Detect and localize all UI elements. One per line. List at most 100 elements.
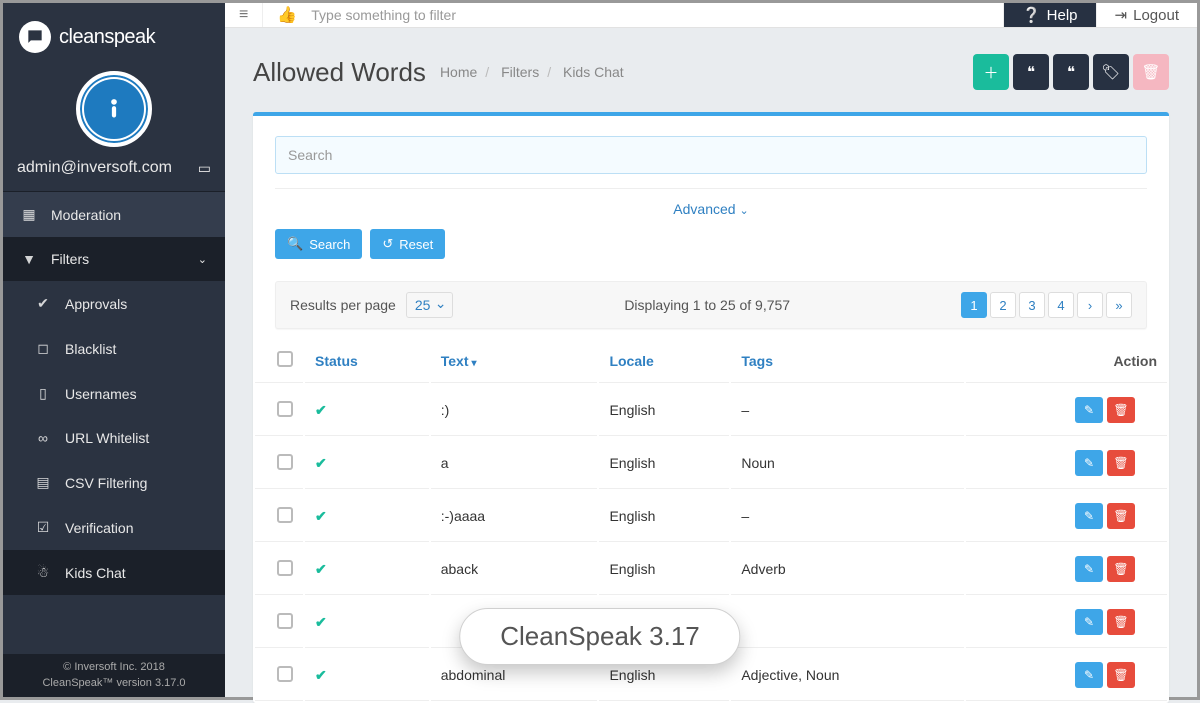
tag-button[interactable]: 🏷 — [1093, 54, 1129, 90]
trash-icon: 🗑 — [1141, 63, 1160, 81]
cell-tags — [731, 597, 964, 648]
trash-icon: 🗑 — [1113, 668, 1128, 682]
info-icon — [97, 92, 131, 126]
col-tags[interactable]: Tags — [731, 339, 964, 383]
page-4[interactable]: 4 — [1048, 292, 1074, 318]
row-checkbox[interactable] — [277, 507, 293, 523]
edit-button[interactable]: ✎ — [1075, 556, 1103, 582]
rpp-label: Results per page — [290, 297, 396, 313]
edit-button[interactable]: ✎ — [1075, 397, 1103, 423]
cell-tags: – — [731, 385, 964, 436]
collapse-sidebar-icon[interactable]: ≡ — [239, 6, 248, 24]
trash-icon: 🗑 — [1113, 456, 1128, 470]
row-checkbox[interactable] — [277, 454, 293, 470]
advanced-toggle[interactable]: Advanced ⌄ — [275, 188, 1147, 221]
grid-icon: ▦ — [21, 206, 37, 223]
user-email: admin@inversoft.com — [17, 159, 172, 177]
nav-url-whitelist[interactable]: ∞ URL Whitelist — [3, 416, 225, 460]
rpp-select[interactable]: 25 — [406, 292, 454, 318]
cell-tags: Noun — [731, 438, 964, 489]
row-checkbox[interactable] — [277, 401, 293, 417]
reset-button[interactable]: ↺ Reset — [370, 229, 445, 259]
results-bar: Results per page 25 Displaying 1 to 25 o… — [275, 281, 1147, 329]
page-3[interactable]: 3 — [1019, 292, 1045, 318]
table-row: ✔abackEnglishAdverb✎🗑 — [255, 544, 1167, 595]
square-icon: ◻ — [35, 340, 51, 357]
delete-button[interactable]: 🗑 — [1107, 609, 1135, 635]
logout-button[interactable]: ⇥ Logout — [1096, 3, 1197, 27]
cell-locale: English — [599, 385, 729, 436]
main: ≡ 👍 ❔ Help ⇥ Logout Allowed Words Home/ … — [225, 3, 1197, 697]
col-text[interactable]: Text▾ — [431, 339, 598, 383]
nav-filters[interactable]: ▼ Filters ⌄ — [3, 237, 225, 281]
cell-text: :) — [431, 385, 598, 436]
chevron-right-icon: › — [1088, 298, 1092, 313]
status-ok-icon: ✔ — [315, 614, 327, 630]
brand-logo: cleanspeak — [3, 3, 225, 63]
delete-button[interactable]: 🗑 — [1107, 397, 1135, 423]
header-actions: ＋ ❝ ❝ 🏷 🗑 — [973, 54, 1169, 90]
quote-right-button[interactable]: ❝ — [1053, 54, 1089, 90]
delete-button[interactable]: 🗑 — [1107, 556, 1135, 582]
sidebar: cleanspeak admin@inversoft.com ▭ ▦ Moder… — [3, 3, 225, 697]
search-input[interactable] — [275, 136, 1147, 174]
quote-left-button[interactable]: ❝ — [1013, 54, 1049, 90]
col-status[interactable]: Status — [305, 339, 429, 383]
cell-tags: Adjective, Noun — [731, 650, 964, 701]
trash-icon: 🗑 — [1113, 562, 1128, 576]
table-row: ✔:-)aaaaEnglish–✎🗑 — [255, 491, 1167, 542]
col-locale[interactable]: Locale — [599, 339, 729, 383]
row-checkbox[interactable] — [277, 613, 293, 629]
edit-button[interactable]: ✎ — [1075, 609, 1103, 635]
page-next[interactable]: › — [1077, 292, 1103, 318]
device-icon: ▯ — [35, 385, 51, 402]
delete-button[interactable]: 🗑 — [1107, 662, 1135, 688]
page-header: Allowed Words Home/ Filters/ Kids Chat ＋… — [225, 28, 1197, 102]
help-button[interactable]: ❔ Help — [1003, 3, 1096, 27]
nav-moderation[interactable]: ▦ Moderation — [3, 192, 225, 237]
page-1[interactable]: 1 — [961, 292, 987, 318]
file-icon: ▤ — [35, 474, 51, 491]
global-filter-input[interactable] — [311, 7, 989, 23]
select-all-checkbox[interactable] — [277, 351, 293, 367]
pencil-icon: ✎ — [1084, 562, 1094, 576]
check-icon: ✔ — [35, 295, 51, 312]
id-card-icon[interactable]: ▭ — [198, 160, 211, 177]
status-ok-icon: ✔ — [315, 667, 327, 683]
pencil-icon: ✎ — [1084, 668, 1094, 682]
status-ok-icon: ✔ — [315, 508, 327, 524]
nav-verification[interactable]: ☑ Verification — [3, 505, 225, 550]
chat-bubble-icon — [19, 21, 51, 53]
edit-button[interactable]: ✎ — [1075, 503, 1103, 529]
status-ok-icon: ✔ — [315, 455, 327, 471]
topbar: ≡ 👍 ❔ Help ⇥ Logout — [225, 3, 1197, 28]
bulk-delete-button[interactable]: 🗑 — [1133, 54, 1169, 90]
search-icon: 🔍 — [287, 236, 303, 252]
filter-icon: ▼ — [21, 251, 37, 267]
nav-kids-chat[interactable]: ☃ Kids Chat — [3, 550, 225, 595]
chevron-down-icon: ⌄ — [198, 253, 207, 266]
pencil-icon: ✎ — [1084, 403, 1094, 417]
checkbox-icon: ☑ — [35, 519, 51, 536]
cell-locale: English — [599, 491, 729, 542]
row-checkbox[interactable] — [277, 666, 293, 682]
row-checkbox[interactable] — [277, 560, 293, 576]
cell-tags: Adverb — [731, 544, 964, 595]
quote-icon: ❝ — [1067, 63, 1075, 81]
delete-button[interactable]: 🗑 — [1107, 503, 1135, 529]
nav-blacklist[interactable]: ◻ Blacklist — [3, 326, 225, 371]
trash-icon: 🗑 — [1113, 509, 1128, 523]
nav-csv-filtering[interactable]: ▤ CSV Filtering — [3, 460, 225, 505]
edit-button[interactable]: ✎ — [1075, 450, 1103, 476]
edit-button[interactable]: ✎ — [1075, 662, 1103, 688]
nav-approvals[interactable]: ✔ Approvals — [3, 281, 225, 326]
add-button[interactable]: ＋ — [973, 54, 1009, 90]
page-2[interactable]: 2 — [990, 292, 1016, 318]
delete-button[interactable]: 🗑 — [1107, 450, 1135, 476]
pencil-icon: ✎ — [1084, 615, 1094, 629]
page-last[interactable]: » — [1106, 292, 1132, 318]
plus-icon: ＋ — [983, 62, 998, 83]
search-button[interactable]: 🔍 Search — [275, 229, 362, 259]
pencil-icon: ✎ — [1084, 509, 1094, 523]
nav-usernames[interactable]: ▯ Usernames — [3, 371, 225, 416]
